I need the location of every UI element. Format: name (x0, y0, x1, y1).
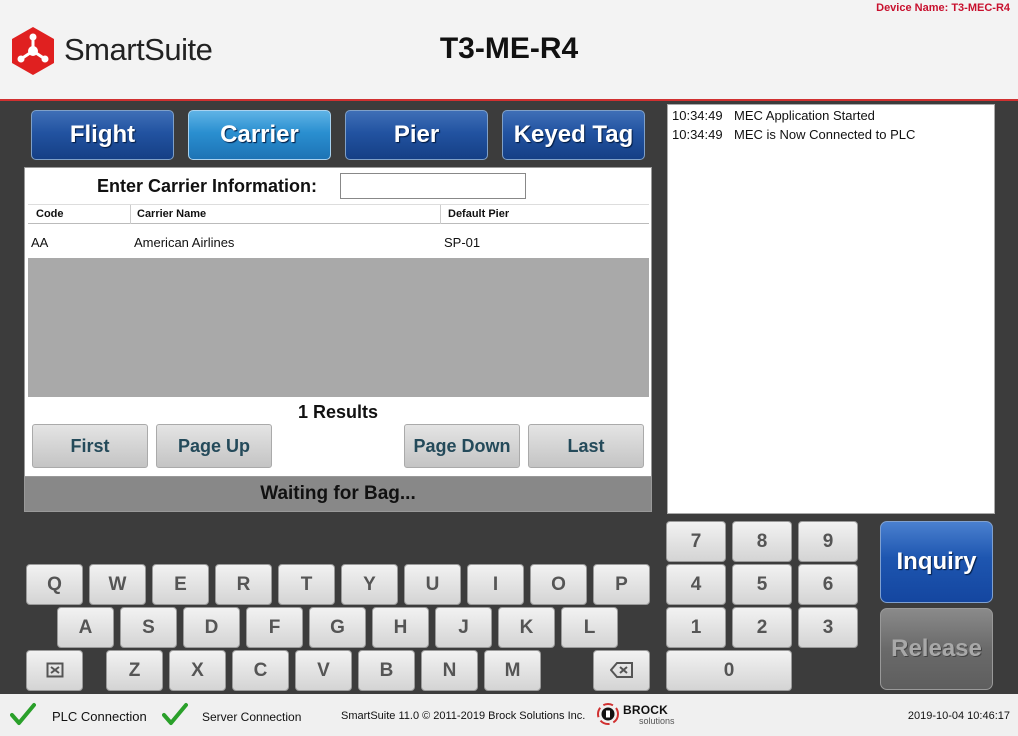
table-header: Code Carrier Name Default Pier (28, 204, 649, 224)
tab-carrier[interactable]: Carrier (188, 110, 331, 160)
page-up-button[interactable]: Page Up (156, 424, 272, 468)
key-o[interactable]: O (530, 564, 587, 605)
event-log[interactable]: 10:34:49 MEC Application Started 10:34:49… (667, 104, 995, 514)
key-n[interactable]: N (421, 650, 478, 691)
clear-field-icon (46, 662, 63, 678)
key-i[interactable]: I (467, 564, 524, 605)
numpad-key-1[interactable]: 1 (666, 607, 726, 648)
log-message: MEC Application Started (734, 108, 875, 123)
page-down-button[interactable]: Page Down (404, 424, 520, 468)
key-f[interactable]: F (246, 607, 303, 648)
backspace-key[interactable] (593, 650, 650, 691)
log-entry: 10:34:49 MEC is Now Connected to PLC (672, 127, 990, 146)
tab-flight[interactable]: Flight (31, 110, 174, 160)
numpad-key-7[interactable]: 7 (666, 521, 726, 562)
brock-solutions-logo-icon (597, 703, 619, 725)
key-h[interactable]: H (372, 607, 429, 648)
numpad-key-6[interactable]: 6 (798, 564, 858, 605)
release-button[interactable]: Release (880, 608, 993, 690)
brock-logo-name: BROCK (623, 703, 668, 717)
tab-keyed-tag[interactable]: Keyed Tag (502, 110, 645, 160)
key-m[interactable]: M (484, 650, 541, 691)
column-header-code[interactable]: Code (36, 208, 64, 220)
backspace-icon (609, 662, 633, 678)
numpad-key-4[interactable]: 4 (666, 564, 726, 605)
key-j[interactable]: J (435, 607, 492, 648)
key-s[interactable]: S (120, 607, 177, 648)
log-entry: 10:34:49 MEC Application Started (672, 108, 990, 127)
clear-key[interactable] (26, 650, 83, 691)
key-r[interactable]: R (215, 564, 272, 605)
column-header-default-pier[interactable]: Default Pier (448, 208, 509, 220)
server-connected-check-icon (162, 703, 188, 725)
app-header: SmartSuite T3-ME-R4 Device Name: T3-MEC-… (0, 0, 1018, 101)
key-w[interactable]: W (89, 564, 146, 605)
key-e[interactable]: E (152, 564, 209, 605)
key-k[interactable]: K (498, 607, 555, 648)
device-title: T3-ME-R4 (439, 32, 579, 65)
key-c[interactable]: C (232, 650, 289, 691)
device-name-label: Device Name: T3-MEC-R4 (876, 2, 1010, 14)
numpad-key-9[interactable]: 9 (798, 521, 858, 562)
key-l[interactable]: L (561, 607, 618, 648)
key-g[interactable]: G (309, 607, 366, 648)
brock-logo-sub: solutions (639, 716, 675, 726)
carrier-prompt-label: Enter Carrier Information: (97, 176, 318, 196)
tab-pier[interactable]: Pier (345, 110, 488, 160)
carrier-table: Code Carrier Name Default Pier AA Americ… (28, 204, 649, 397)
column-header-carrier-name[interactable]: Carrier Name (137, 208, 206, 220)
plc-connected-check-icon (10, 703, 36, 725)
key-z[interactable]: Z (106, 650, 163, 691)
first-page-button[interactable]: First (32, 424, 148, 468)
cell-default-pier: SP-01 (444, 235, 481, 250)
server-connection-label: Server Connection (202, 710, 302, 724)
column-divider (130, 205, 131, 224)
key-a[interactable]: A (57, 607, 114, 648)
cell-code: AA (31, 235, 49, 250)
cell-carrier-name: American Airlines (134, 235, 235, 250)
key-v[interactable]: V (295, 650, 352, 691)
log-message: MEC is Now Connected to PLC (734, 127, 916, 142)
numpad-key-2[interactable]: 2 (732, 607, 792, 648)
copyright-text: SmartSuite 11.0 © 2011-2019 Brock Soluti… (341, 710, 586, 722)
numpad-key-3[interactable]: 3 (798, 607, 858, 648)
key-x[interactable]: X (169, 650, 226, 691)
plc-connection-label: PLC Connection (52, 709, 147, 724)
key-u[interactable]: U (404, 564, 461, 605)
column-divider (440, 205, 441, 224)
key-b[interactable]: B (358, 650, 415, 691)
date-time: 2019-10-04 10:46:17 (907, 710, 1010, 722)
inquiry-button[interactable]: Inquiry (880, 521, 993, 603)
carrier-input[interactable] (340, 173, 526, 199)
results-count: 1 Results (297, 402, 379, 422)
log-time: 10:34:49 (672, 127, 723, 142)
numpad-key-0[interactable]: 0 (666, 650, 792, 691)
key-q[interactable]: Q (26, 564, 83, 605)
carrier-panel: Enter Carrier Information: Code Carrier … (24, 167, 652, 510)
numpad-key-5[interactable]: 5 (732, 564, 792, 605)
last-page-button[interactable]: Last (528, 424, 644, 468)
log-time: 10:34:49 (672, 108, 723, 123)
status-bar: Waiting for Bag... (24, 476, 652, 512)
table-row[interactable]: AA American Airlines SP-01 (28, 224, 649, 258)
key-p[interactable]: P (593, 564, 650, 605)
status-footer: PLC Connection Server Connection SmartSu… (0, 694, 1018, 736)
numpad-key-8[interactable]: 8 (732, 521, 792, 562)
key-y[interactable]: Y (341, 564, 398, 605)
key-t[interactable]: T (278, 564, 335, 605)
main-area: Flight Carrier Pier Keyed Tag Enter Carr… (0, 101, 1018, 694)
key-d[interactable]: D (183, 607, 240, 648)
